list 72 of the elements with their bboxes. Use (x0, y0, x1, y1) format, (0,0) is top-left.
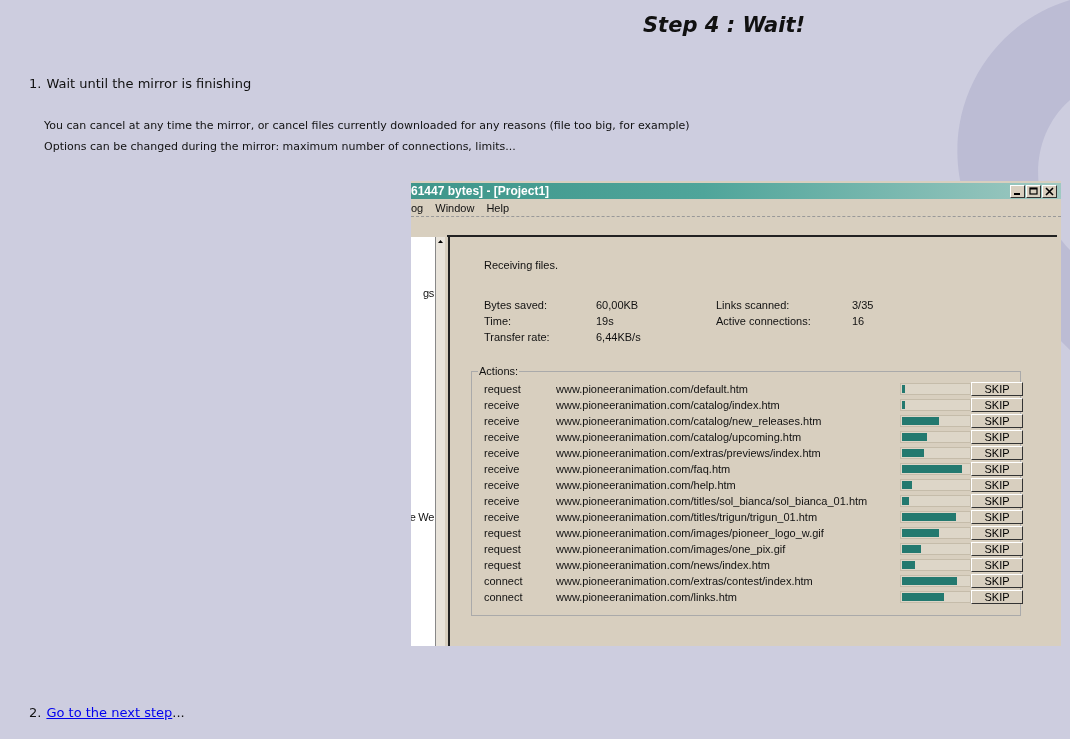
action-url: www.pioneeranimation.com/images/pioneer_logo_w.gif (556, 527, 825, 539)
action-url: www.pioneeranimation.com/extras/previews/index.htm (556, 447, 822, 459)
menu-item[interactable]: Help (486, 201, 509, 214)
stat-value: 3/35 (852, 299, 875, 311)
list-number: 2. (29, 705, 42, 720)
stat-label: Bytes saved: (484, 299, 548, 311)
skip-button[interactable]: SKIP (971, 414, 1023, 428)
skip-button[interactable]: SKIP (971, 494, 1023, 508)
skip-button[interactable]: SKIP (971, 542, 1023, 556)
tree-item[interactable]: gs (422, 287, 434, 299)
minimize-icon[interactable] (1010, 184, 1025, 198)
action-type: request (484, 383, 522, 395)
action-url: www.pioneeranimation.com/extras/contest/index.htm (556, 575, 814, 587)
skip-button[interactable]: SKIP (971, 382, 1023, 396)
action-type: receive (484, 399, 521, 411)
action-type: receive (484, 479, 521, 491)
note-text: Options can be changed during the mirror: maximum number of connections, limits... (44, 140, 517, 153)
skip-button[interactable]: SKIP (971, 462, 1023, 476)
action-url: www.pioneeranimation.com/links.htm (556, 591, 738, 603)
action-type: receive (484, 431, 521, 443)
action-url: www.pioneeranimation.com/faq.htm (556, 463, 732, 475)
action-url: www.pioneeranimation.com/titles/sol_bianca/sol_bianca_01.htm (556, 495, 869, 507)
maximize-icon[interactable] (1026, 184, 1041, 198)
action-type: request (484, 543, 522, 555)
list-number: 1. (29, 76, 42, 91)
action-type: connect (484, 575, 524, 587)
status-text: Receiving files. (484, 259, 559, 271)
next-step-link[interactable]: Go to the next step (46, 705, 173, 720)
action-url: www.pioneeranimation.com/catalog/new_releases.htm (556, 415, 823, 427)
action-url: www.pioneeranimation.com/titles/trigun/trigun_01.htm (556, 511, 819, 523)
stat-label: Time: (484, 315, 513, 327)
close-icon[interactable] (1042, 184, 1057, 198)
skip-button[interactable]: SKIP (971, 590, 1023, 604)
action-type: receive (484, 415, 521, 427)
action-type: connect (484, 591, 524, 603)
scroll-up-icon[interactable] (436, 237, 445, 246)
stat-label: Links scanned: (716, 299, 791, 311)
action-type: request (484, 527, 522, 539)
menu-item[interactable]: og (411, 201, 424, 214)
skip-button[interactable]: SKIP (971, 526, 1023, 540)
action-url: www.pioneeranimation.com/help.htm (556, 479, 737, 491)
step-text: Wait until the mirror is finishing (46, 76, 252, 91)
action-url: www.pioneeranimation.com/catalog/index.htm (556, 399, 781, 411)
action-url: www.pioneeranimation.com/catalog/upcoming.htm (556, 431, 803, 443)
stat-value: 19s (596, 315, 615, 327)
skip-button[interactable]: SKIP (971, 510, 1023, 524)
stat-value: 60,00KB (596, 299, 640, 311)
action-type: receive (484, 511, 521, 523)
action-type: request (484, 559, 522, 571)
group-label: Actions: (478, 365, 520, 377)
skip-button[interactable]: SKIP (971, 574, 1023, 588)
action-type: receive (484, 495, 521, 507)
note-text: You can cancel at any time the mirror, or cancel files currently downloaded for any reasons (file too big, for example) (44, 119, 691, 132)
page-title: Step 4 : Wait! (642, 12, 807, 39)
skip-button[interactable]: SKIP (971, 398, 1023, 412)
skip-button[interactable]: SKIP (971, 446, 1023, 460)
skip-button[interactable]: SKIP (971, 430, 1023, 444)
skip-button[interactable]: SKIP (971, 478, 1023, 492)
action-url: www.pioneeranimation.com/default.htm (556, 383, 749, 395)
action-url: www.pioneeranimation.com/images/one_pix.gif (556, 543, 787, 555)
action-type: receive (484, 447, 521, 459)
stat-value: 6,44KB/s (596, 331, 642, 343)
stat-label: Active connections: (716, 315, 812, 327)
tree-item[interactable]: e We (411, 511, 434, 523)
step-text: Go to the next step... (46, 705, 185, 720)
skip-button[interactable]: SKIP (971, 558, 1023, 572)
menu-item[interactable]: Window (435, 201, 475, 214)
stat-label: Transfer rate: (484, 331, 551, 343)
stat-value: 16 (852, 315, 866, 327)
action-type: receive (484, 463, 521, 475)
action-url: www.pioneeranimation.com/news/index.htm (556, 559, 771, 571)
window-title: 61447 bytes] - [Project1] (411, 184, 550, 198)
